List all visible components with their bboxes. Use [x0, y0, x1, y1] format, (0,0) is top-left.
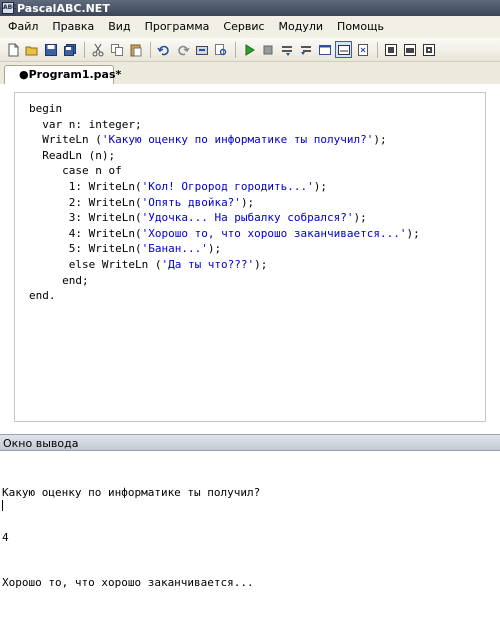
- toolbar-separator: [150, 41, 151, 58]
- open-folder-icon[interactable]: [23, 41, 40, 58]
- code-line: 2: WriteLn('Опять двойка?');: [29, 195, 255, 209]
- tab-program1[interactable]: ●Program1.pas*: [4, 65, 121, 84]
- paste-icon[interactable]: [127, 41, 144, 58]
- output-line: Хорошо то, что хорошо заканчивается...: [2, 576, 254, 589]
- step-into-icon[interactable]: [297, 41, 314, 58]
- toolbar-separator: [84, 41, 85, 58]
- menu-modules[interactable]: Модули: [272, 16, 331, 38]
- save-icon[interactable]: [42, 41, 59, 58]
- output-line: Какую оценку по информатике ты получил?: [2, 486, 261, 499]
- search-icon[interactable]: [212, 41, 229, 58]
- menu-service[interactable]: Сервис: [216, 16, 271, 38]
- debug-window-icon[interactable]: [354, 41, 371, 58]
- menu-bar: Файл Правка Вид Программа Сервис Модули …: [0, 16, 500, 38]
- copy-icon[interactable]: [108, 41, 125, 58]
- text-caret: [2, 500, 3, 511]
- form-designer-icon[interactable]: [316, 41, 333, 58]
- code-line: else WriteLn ('Да ты что???');: [29, 257, 268, 271]
- compile-icon[interactable]: [193, 41, 210, 58]
- title-bar: ABC PascalABC.NET: [0, 0, 500, 16]
- menu-help[interactable]: Помощь: [330, 16, 391, 38]
- code-line: case n of: [29, 164, 122, 178]
- output-text: Какую оценку по информатике ты получил? …: [2, 455, 260, 620]
- output-window[interactable]: Какую оценку по информатике ты получил? …: [0, 452, 500, 589]
- output-window-icon[interactable]: [335, 41, 352, 58]
- menu-edit[interactable]: Правка: [45, 16, 101, 38]
- window-title: PascalABC.NET: [17, 1, 110, 15]
- code-line: end.: [29, 289, 56, 303]
- code-line: 1: WriteLn('Кол! Огрород городить...');: [29, 179, 328, 193]
- code-line: 5: WriteLn('Банан...');: [29, 242, 222, 256]
- code-line: begin: [29, 102, 63, 115]
- app-icon: ABC: [2, 2, 17, 14]
- editor-area: begin var n: integer; WriteLn ('Какую оц…: [0, 84, 500, 430]
- run-icon[interactable]: [240, 41, 257, 58]
- cut-icon[interactable]: [89, 41, 106, 58]
- module-icon-3[interactable]: [420, 41, 437, 58]
- save-all-icon[interactable]: [61, 41, 78, 58]
- toolbar-separator: [377, 41, 378, 58]
- code-line: WriteLn ('Какую оценку по информатике ты…: [29, 133, 387, 147]
- stop-icon[interactable]: [259, 41, 276, 58]
- code-line: var n: integer;: [29, 117, 142, 131]
- code-line: 3: WriteLn('Удочка... На рыбалку собралс…: [29, 211, 367, 225]
- output-window-title: Окно вывода: [0, 434, 500, 451]
- code-editor[interactable]: begin var n: integer; WriteLn ('Какую оц…: [14, 92, 486, 422]
- undo-icon[interactable]: [155, 41, 172, 58]
- code-line: 4: WriteLn('Хорошо то, что хорошо заканч…: [29, 226, 420, 240]
- module-icon-1[interactable]: [382, 41, 399, 58]
- step-over-icon[interactable]: [278, 41, 295, 58]
- code-line: end;: [29, 273, 89, 287]
- code-text[interactable]: begin var n: integer; WriteLn ('Какую оц…: [29, 101, 420, 304]
- menu-program[interactable]: Программа: [138, 16, 217, 38]
- toolbar: [0, 38, 500, 62]
- code-line: ReadLn (n);: [29, 148, 116, 162]
- tab-strip: ●Program1.pas*: [0, 62, 500, 85]
- menu-view[interactable]: Вид: [101, 16, 137, 38]
- new-file-icon[interactable]: [4, 41, 21, 58]
- output-line: 4: [2, 531, 9, 544]
- toolbar-separator: [235, 41, 236, 58]
- menu-file[interactable]: Файл: [0, 16, 45, 38]
- redo-icon[interactable]: [174, 41, 191, 58]
- module-icon-2[interactable]: [401, 41, 418, 58]
